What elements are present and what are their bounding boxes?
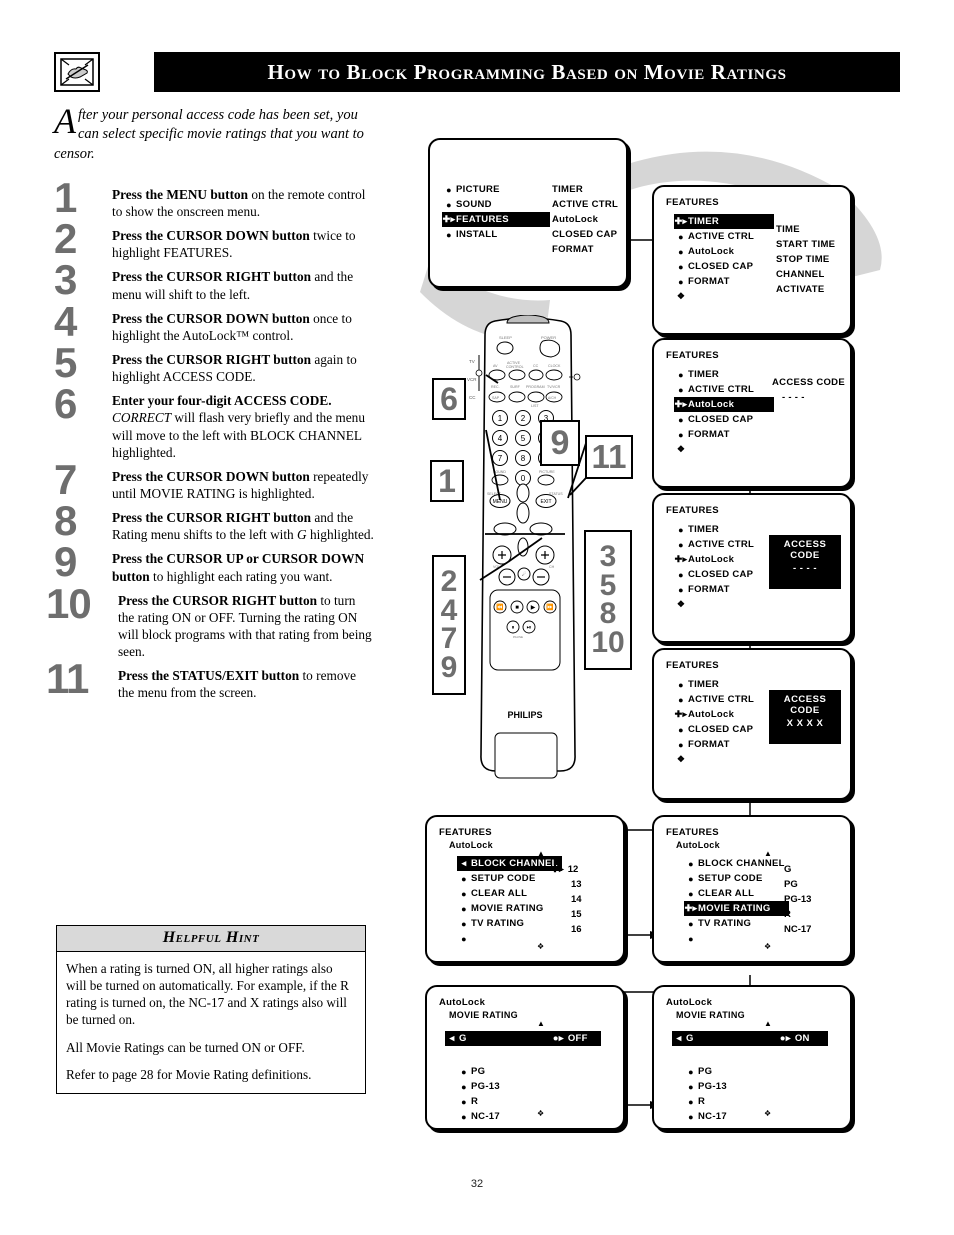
diagram-area: ● PICTURE ● SOUND ✚▸ FEATURES ● INSTALL …	[420, 130, 890, 1150]
step-10-number: 10	[46, 579, 92, 627]
step-7-bold: Press the CURSOR DOWN button	[112, 468, 310, 484]
callout-number: 1	[438, 462, 456, 499]
step-4: 4 Press the CURSOR DOWN button once to h…	[54, 300, 374, 344]
step-1-number: 1	[54, 173, 77, 221]
step-9-rest: to highlight each rating you want.	[149, 568, 333, 584]
step-8-italic: G	[297, 527, 307, 543]
step-2-bold: Press the CURSOR DOWN button	[112, 228, 310, 244]
step-6-italic: CORRECT	[112, 410, 172, 426]
step-3-bold: Press the CURSOR RIGHT button	[112, 269, 311, 285]
step-2-text: Press the CURSOR DOWN button twice to hi…	[112, 227, 374, 261]
step-11: 11 Press the STATUS/EXIT button to remov…	[46, 658, 374, 701]
callout-group-cursor-down-up: 2 4 7 9	[432, 555, 466, 695]
intro-text: fter your personal access code has been …	[54, 107, 364, 162]
step-10-text: Press the CURSOR RIGHT button to turn th…	[118, 592, 374, 661]
page-title: How to Block Programming Based on Movie …	[267, 59, 787, 84]
callout-number: 3	[599, 540, 617, 573]
pointing-hand-tv-icon	[54, 52, 100, 92]
step-9-text: Press the CURSOR UP or CURSOR DOWN butto…	[112, 550, 374, 584]
page-number: 32	[470, 1178, 484, 1190]
step-9: 9 Press the CURSOR UP or CURSOR DOWN but…	[54, 541, 374, 584]
step-11-number: 11	[46, 655, 89, 703]
step-6-text: Enter your four-digit ACCESS CODE. CORRE…	[112, 392, 374, 461]
callout-number: 11	[591, 438, 627, 476]
step-3: 3 Press the CURSOR RIGHT button and the …	[54, 259, 374, 302]
hint-paragraph-2: All Movie Ratings can be turned ON or OF…	[66, 1039, 305, 1055]
step-11-text: Press the STATUS/EXIT button to remove t…	[118, 667, 374, 701]
helpful-hint-title: Helpful Hint	[57, 926, 365, 952]
step-8-rest2: highlighted.	[306, 527, 374, 543]
callout-number: 4	[440, 593, 458, 627]
step-4-text: Press the CURSOR DOWN button once to hig…	[112, 310, 374, 344]
step-6: 6 Enter your four-digit ACCESS CODE. COR…	[54, 383, 374, 461]
step-2-number: 2	[54, 215, 77, 263]
page-header: How to Block Programming Based on Movie …	[54, 52, 900, 92]
step-3-text: Press the CURSOR RIGHT button and the me…	[112, 268, 374, 302]
step-5-bold: Press the CURSOR RIGHT button	[112, 351, 311, 367]
step-1: 1 Press the MENU button on the remote co…	[54, 176, 374, 220]
callout-step-1: 1	[430, 460, 464, 502]
helpful-hint-body: When a rating is turned ON, all higher r…	[57, 952, 365, 1093]
step-8-text: Press the CURSOR RIGHT button and the Ra…	[112, 509, 374, 543]
step-6-number: 6	[54, 380, 77, 428]
step-3-number: 3	[54, 256, 77, 304]
intro-dropcap: A	[54, 101, 76, 141]
step-7-text: Press the CURSOR DOWN button repeatedly …	[112, 468, 374, 502]
callout-number: 2	[440, 565, 458, 598]
step-8-bold: Press the CURSOR RIGHT button	[112, 510, 311, 526]
instructions-column: After your personal access code has been…	[46, 101, 374, 709]
step-2: 2 Press the CURSOR DOWN button twice to …	[54, 218, 374, 261]
callout-leader-lines	[479, 374, 621, 586]
step-8-number: 8	[54, 497, 77, 545]
hint-paragraph-3: Refer to page 28 for Movie Rating defini…	[66, 1066, 312, 1082]
header-title-bar: How to Block Programming Based on Movie …	[154, 52, 900, 92]
step-6-bold: Enter your four-digit ACCESS CODE.	[112, 393, 332, 409]
step-10: 10 Press the CURSOR RIGHT button to turn…	[46, 582, 374, 661]
hint-paragraph-1: When a rating is turned ON, all higher r…	[66, 961, 349, 1028]
callout-number: 8	[599, 597, 617, 630]
step-10-bold: Press the CURSOR RIGHT button	[118, 592, 317, 608]
step-9-number: 9	[54, 538, 77, 586]
callout-number: 9	[440, 650, 458, 684]
step-5: 5 Press the CURSOR RIGHT button again to…	[54, 341, 374, 385]
callout-group-cursor-right: 3 5 8 10	[584, 530, 632, 670]
callout-step-11: 11	[585, 435, 633, 479]
callout-number: 10	[591, 625, 625, 659]
callout-number: 9	[550, 423, 570, 462]
step-7-number: 7	[54, 455, 77, 503]
step-4-bold: Press the CURSOR DOWN button	[112, 310, 310, 326]
step-8: 8 Press the CURSOR RIGHT button and the …	[54, 500, 374, 543]
step-1-bold: Press the MENU button	[112, 186, 249, 202]
step-4-number: 4	[54, 297, 77, 345]
callout-number: 6	[440, 380, 458, 417]
intro-paragraph: After your personal access code has been…	[54, 101, 374, 164]
helpful-hint-box: Helpful Hint When a rating is turned ON,…	[56, 925, 366, 1094]
callout-number: 7	[440, 622, 458, 655]
step-1-text: Press the MENU button on the remote cont…	[112, 186, 374, 220]
step-11-bold: Press the STATUS/EXIT button	[118, 668, 300, 684]
step-7: 7 Press the CURSOR DOWN button repeatedl…	[54, 458, 374, 502]
callout-step-6: 6	[432, 378, 466, 420]
callout-step-9: 9	[540, 420, 580, 466]
step-5-text: Press the CURSOR RIGHT button again to h…	[112, 351, 374, 385]
callout-number: 5	[599, 568, 617, 602]
step-5-number: 5	[54, 338, 77, 386]
